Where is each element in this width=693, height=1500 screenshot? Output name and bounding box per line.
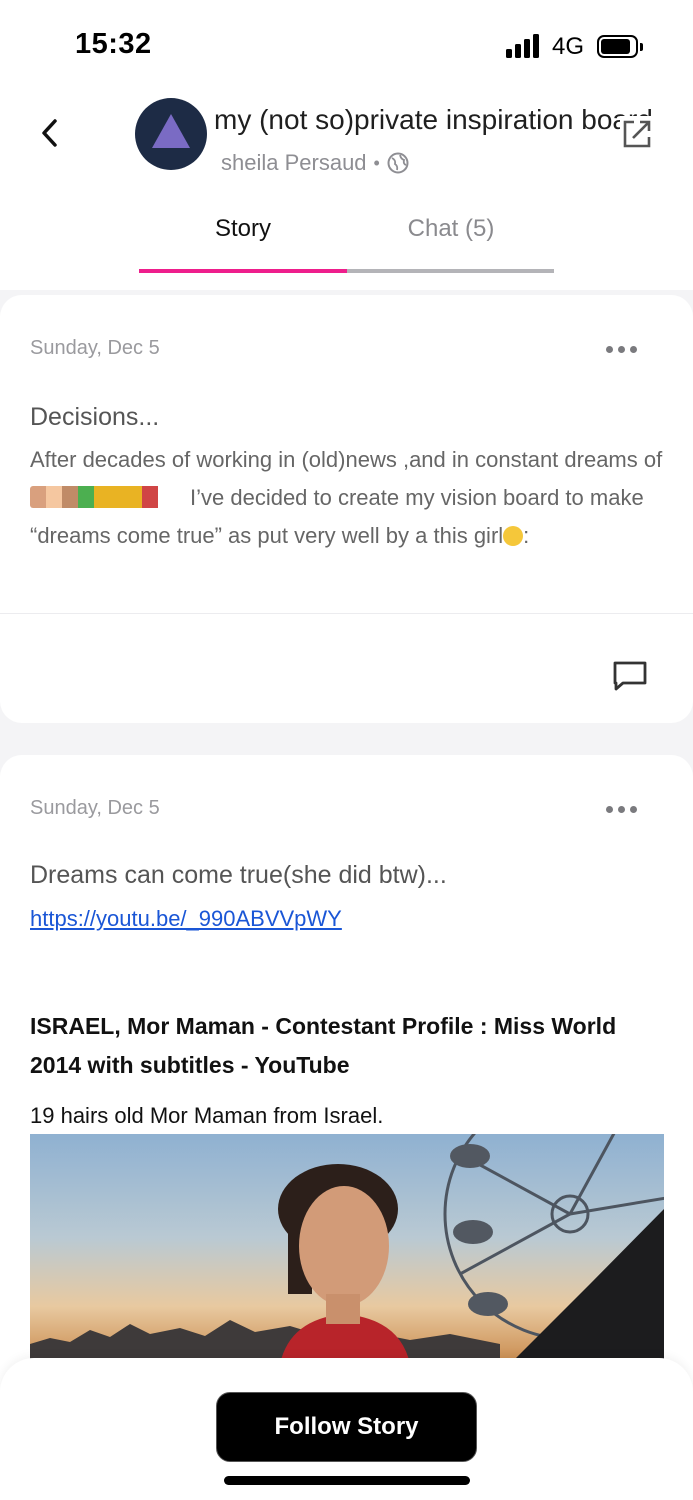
tab-chat[interactable]: Chat (5) [347,215,555,243]
post-card: Sunday, Dec 5 Decisions... After decades… [0,295,693,723]
comment-icon[interactable] [612,660,648,692]
battery-icon [597,35,643,58]
emoji-sequence [30,486,190,508]
post-body-text-end: : [523,523,530,548]
home-indicator[interactable] [224,1476,470,1485]
video-thumbnail[interactable] [30,1134,664,1364]
status-time: 15:32 [75,28,152,60]
more-options-icon[interactable] [606,346,638,356]
tab-story[interactable]: Story [139,215,347,243]
tab-active-indicator [139,269,347,273]
chevron-left-icon[interactable] [36,115,66,151]
share-icon[interactable] [620,116,654,150]
post-body: After decades of working in (old)news ,a… [30,441,670,555]
post-heading: Dreams can come true(she did btw)... [30,861,447,889]
more-options-icon[interactable] [606,806,638,816]
network-type: 4G [552,33,585,60]
link-preview-description: 19 hairs old Mor Maman from Israel. [30,1103,384,1128]
post-date: Sunday, Dec 5 [30,797,160,819]
board-byline: sheila Persaud • [221,150,409,176]
post-body-text: After decades of working in (old)news ,a… [30,447,663,472]
status-bar: 15:32 4G [0,0,693,90]
video-link[interactable]: https://youtu.be/_990ABVVpWY [30,906,342,932]
bottom-bar: Follow Story [0,1358,693,1500]
author-name[interactable]: sheila Persaud [221,150,367,176]
tab-underline [347,269,554,273]
link-preview-title[interactable]: ISRAEL, Mor Maman - Contestant Profile :… [30,1007,650,1085]
top-panel: 15:32 4G my (not so)private inspiration … [0,0,693,290]
post-heading: Decisions... [30,403,160,431]
card-divider [0,613,693,614]
laughing-emoji-icon [503,526,524,546]
signal-icon [506,34,544,58]
post-date: Sunday, Dec 5 [30,337,160,359]
follow-story-button[interactable]: Follow Story [216,1392,477,1462]
board-avatar[interactable] [135,98,207,170]
tab-bar: Story Chat (5) [139,215,554,275]
globe-icon [387,152,409,174]
byline-separator: • [373,152,380,173]
